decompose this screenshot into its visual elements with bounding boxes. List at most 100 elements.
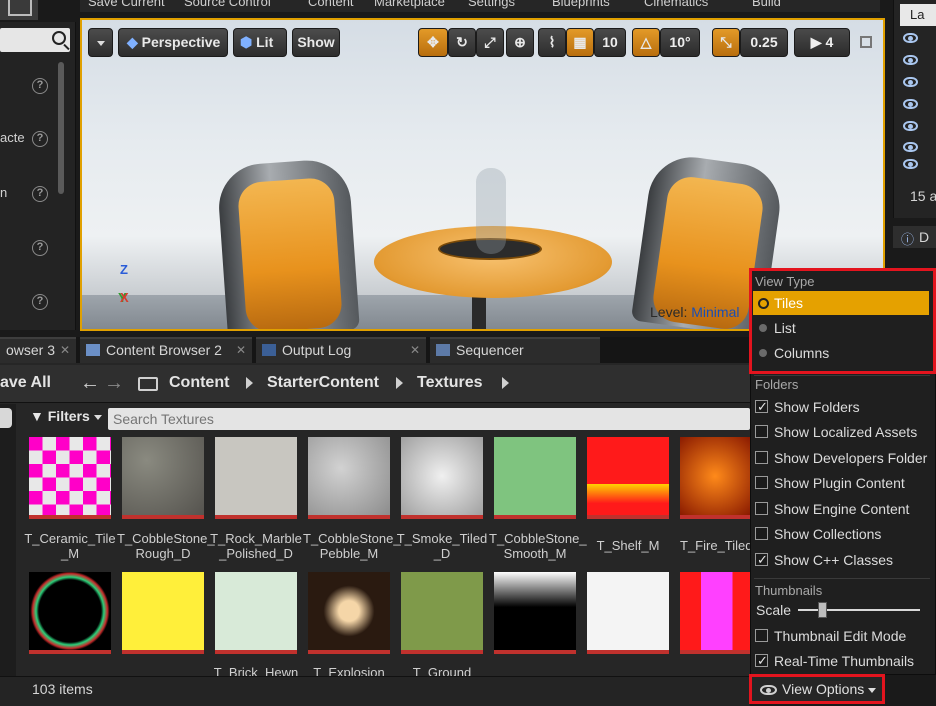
asset-thumbnail-ceramic-tile[interactable] [29,437,111,519]
visibility-eye-icon[interactable] [903,142,918,152]
asset-thumbnail-shelf[interactable] [587,437,669,519]
rotation-snap-value[interactable]: 10° [660,28,700,57]
tab-sequencer[interactable]: Sequencer [430,337,600,363]
asset-thumbnail-brick-hewn[interactable] [215,572,297,654]
scale-snap-value[interactable]: 0.25 [740,28,788,57]
details-tab-icon: ⓘ [901,232,915,247]
visibility-eye-icon[interactable] [903,77,918,87]
rotation-snap-icon[interactable]: △ [632,28,660,57]
breadcrumb-content[interactable]: Content [169,374,229,392]
menu-save-current[interactable]: Save Current [88,0,165,9]
real-time-thumbnails-option[interactable]: Real-Time Thumbnails [753,649,929,674]
menu-settings[interactable]: Settings [468,0,515,9]
surface-snap-icon[interactable]: ⌇ [538,28,566,57]
scale-snap-icon[interactable]: ⤡ [712,28,740,57]
asset-thumbnail-cobblestone-pebble[interactable] [308,437,390,519]
menu-build[interactable]: Build [752,0,781,9]
details-tab[interactable]: ⓘ D [893,226,936,248]
thumbnail-edit-mode-option[interactable]: Thumbnail Edit Mode [753,624,929,648]
help-icon[interactable]: ? [32,78,48,94]
perspective-button[interactable]: ◆ Perspective [118,28,228,57]
tab-content-browser-3[interactable]: owser 3 ✕ [0,337,76,363]
grid-snap-value[interactable]: 10 [594,28,626,57]
menu-cinematics[interactable]: Cinematics [644,0,708,9]
asset-thumbnail-smoke-tiled[interactable] [401,437,483,519]
details-search-input[interactable] [0,28,70,52]
close-icon[interactable]: ✕ [236,339,246,361]
lit-button[interactable]: ⬢ Lit [233,28,287,57]
grid-snap-icon[interactable]: ▦ [566,28,594,57]
asset-thumbnail-ground[interactable] [401,572,483,654]
show-plugin-content-option[interactable]: Show Plugin Content [753,471,929,495]
menu-source-control[interactable]: Source Control [184,0,271,9]
asset-thumbnail[interactable] [587,572,669,654]
camera-speed-label: 4 [825,34,834,50]
translate-tool-icon[interactable]: ✥ [418,28,448,57]
breadcrumb-separator-icon[interactable] [396,377,403,389]
help-icon[interactable]: ? [32,294,48,310]
show-button[interactable]: Show [292,28,340,57]
perspective-label: Perspective [141,34,221,50]
view-options-label: View Options [782,681,865,697]
asset-thumbnail-explosion[interactable] [308,572,390,654]
show-developers-folder-option[interactable]: Show Developers Folder [753,446,929,470]
asset-thumbnail-rock-marble[interactable] [215,437,297,519]
visibility-eye-icon[interactable] [903,159,918,169]
close-icon[interactable]: ✕ [60,339,70,361]
slider-handle[interactable] [818,602,827,618]
menu-blueprints[interactable]: Blueprints [552,0,610,9]
tab-content-browser-2[interactable]: Content Browser 2 ✕ [80,337,252,363]
show-localized-assets-option[interactable]: Show Localized Assets [753,420,929,444]
rotate-tool-icon[interactable]: ↻ [448,28,476,57]
thumbnail-scale-slider[interactable] [798,609,920,611]
visibility-eye-icon[interactable] [903,55,918,65]
close-icon[interactable]: ✕ [410,339,420,361]
menu-marketplace[interactable]: Marketplace [374,0,445,9]
tab-label: Sequencer [456,342,524,358]
search-textures-input[interactable] [108,408,750,430]
breadcrumb-textures[interactable]: Textures [417,374,483,392]
asset-label: T_Fire_Tiled_ [680,538,750,553]
details-row-label: acte [0,130,25,145]
visibility-eye-icon[interactable] [903,121,918,131]
asset-thumbnail[interactable] [122,572,204,654]
asset-thumbnail[interactable] [680,572,750,654]
asset-thumbnail[interactable] [494,572,576,654]
breadcrumb-separator-icon[interactable] [246,377,253,389]
asset-thumbnail-cobblestone-rough[interactable] [122,437,204,519]
asset-thumbnail[interactable] [29,572,111,654]
asset-thumbnail-cobblestone-smooth[interactable] [494,437,576,519]
view-options-button[interactable]: View Options [749,674,885,704]
viewport-options-button[interactable] [88,28,113,57]
camera-speed-button[interactable]: ▶ 4 [794,28,850,57]
folder-icon[interactable] [138,377,158,391]
help-icon[interactable]: ? [32,240,48,256]
visibility-eye-icon[interactable] [903,99,918,109]
show-folders-option[interactable]: Show Folders [753,395,929,420]
option-label: Show Developers Folder [774,450,928,466]
tab-label: Content Browser 2 [106,342,222,358]
back-arrow-icon[interactable]: ← [80,372,100,395]
sources-toggle-button[interactable] [0,408,12,428]
filters-button[interactable]: ▼ Filters [30,408,102,428]
help-icon[interactable]: ? [32,131,48,147]
scale-snap-label: 0.25 [750,34,778,50]
scale-tool-icon[interactable]: ⤢ [476,28,504,57]
forward-arrow-icon[interactable]: → [104,372,124,395]
save-all-button[interactable]: ave All [0,374,51,392]
tab-output-log[interactable]: Output Log ✕ [256,337,426,363]
show-cpp-classes-option[interactable]: Show C++ Classes [753,548,929,573]
breadcrumb-startercontent[interactable]: StarterContent [267,374,379,392]
show-engine-content-option[interactable]: Show Engine Content [753,497,929,521]
show-collections-option[interactable]: Show Collections [753,522,929,546]
menu-content[interactable]: Content [308,0,354,9]
visibility-eye-icon[interactable] [903,33,918,43]
asset-thumbnail-fire-tiled[interactable] [680,437,750,519]
details-scrollbar[interactable] [58,62,64,194]
asset-label: T_CobbleStone_ Rough_D [117,531,215,561]
world-space-icon[interactable]: ⊕ [506,28,534,57]
option-label: Show C++ Classes [774,552,894,568]
help-icon[interactable]: ? [32,186,48,202]
breadcrumb-separator-icon[interactable] [502,377,509,389]
maximize-viewport-icon[interactable] [860,36,872,48]
